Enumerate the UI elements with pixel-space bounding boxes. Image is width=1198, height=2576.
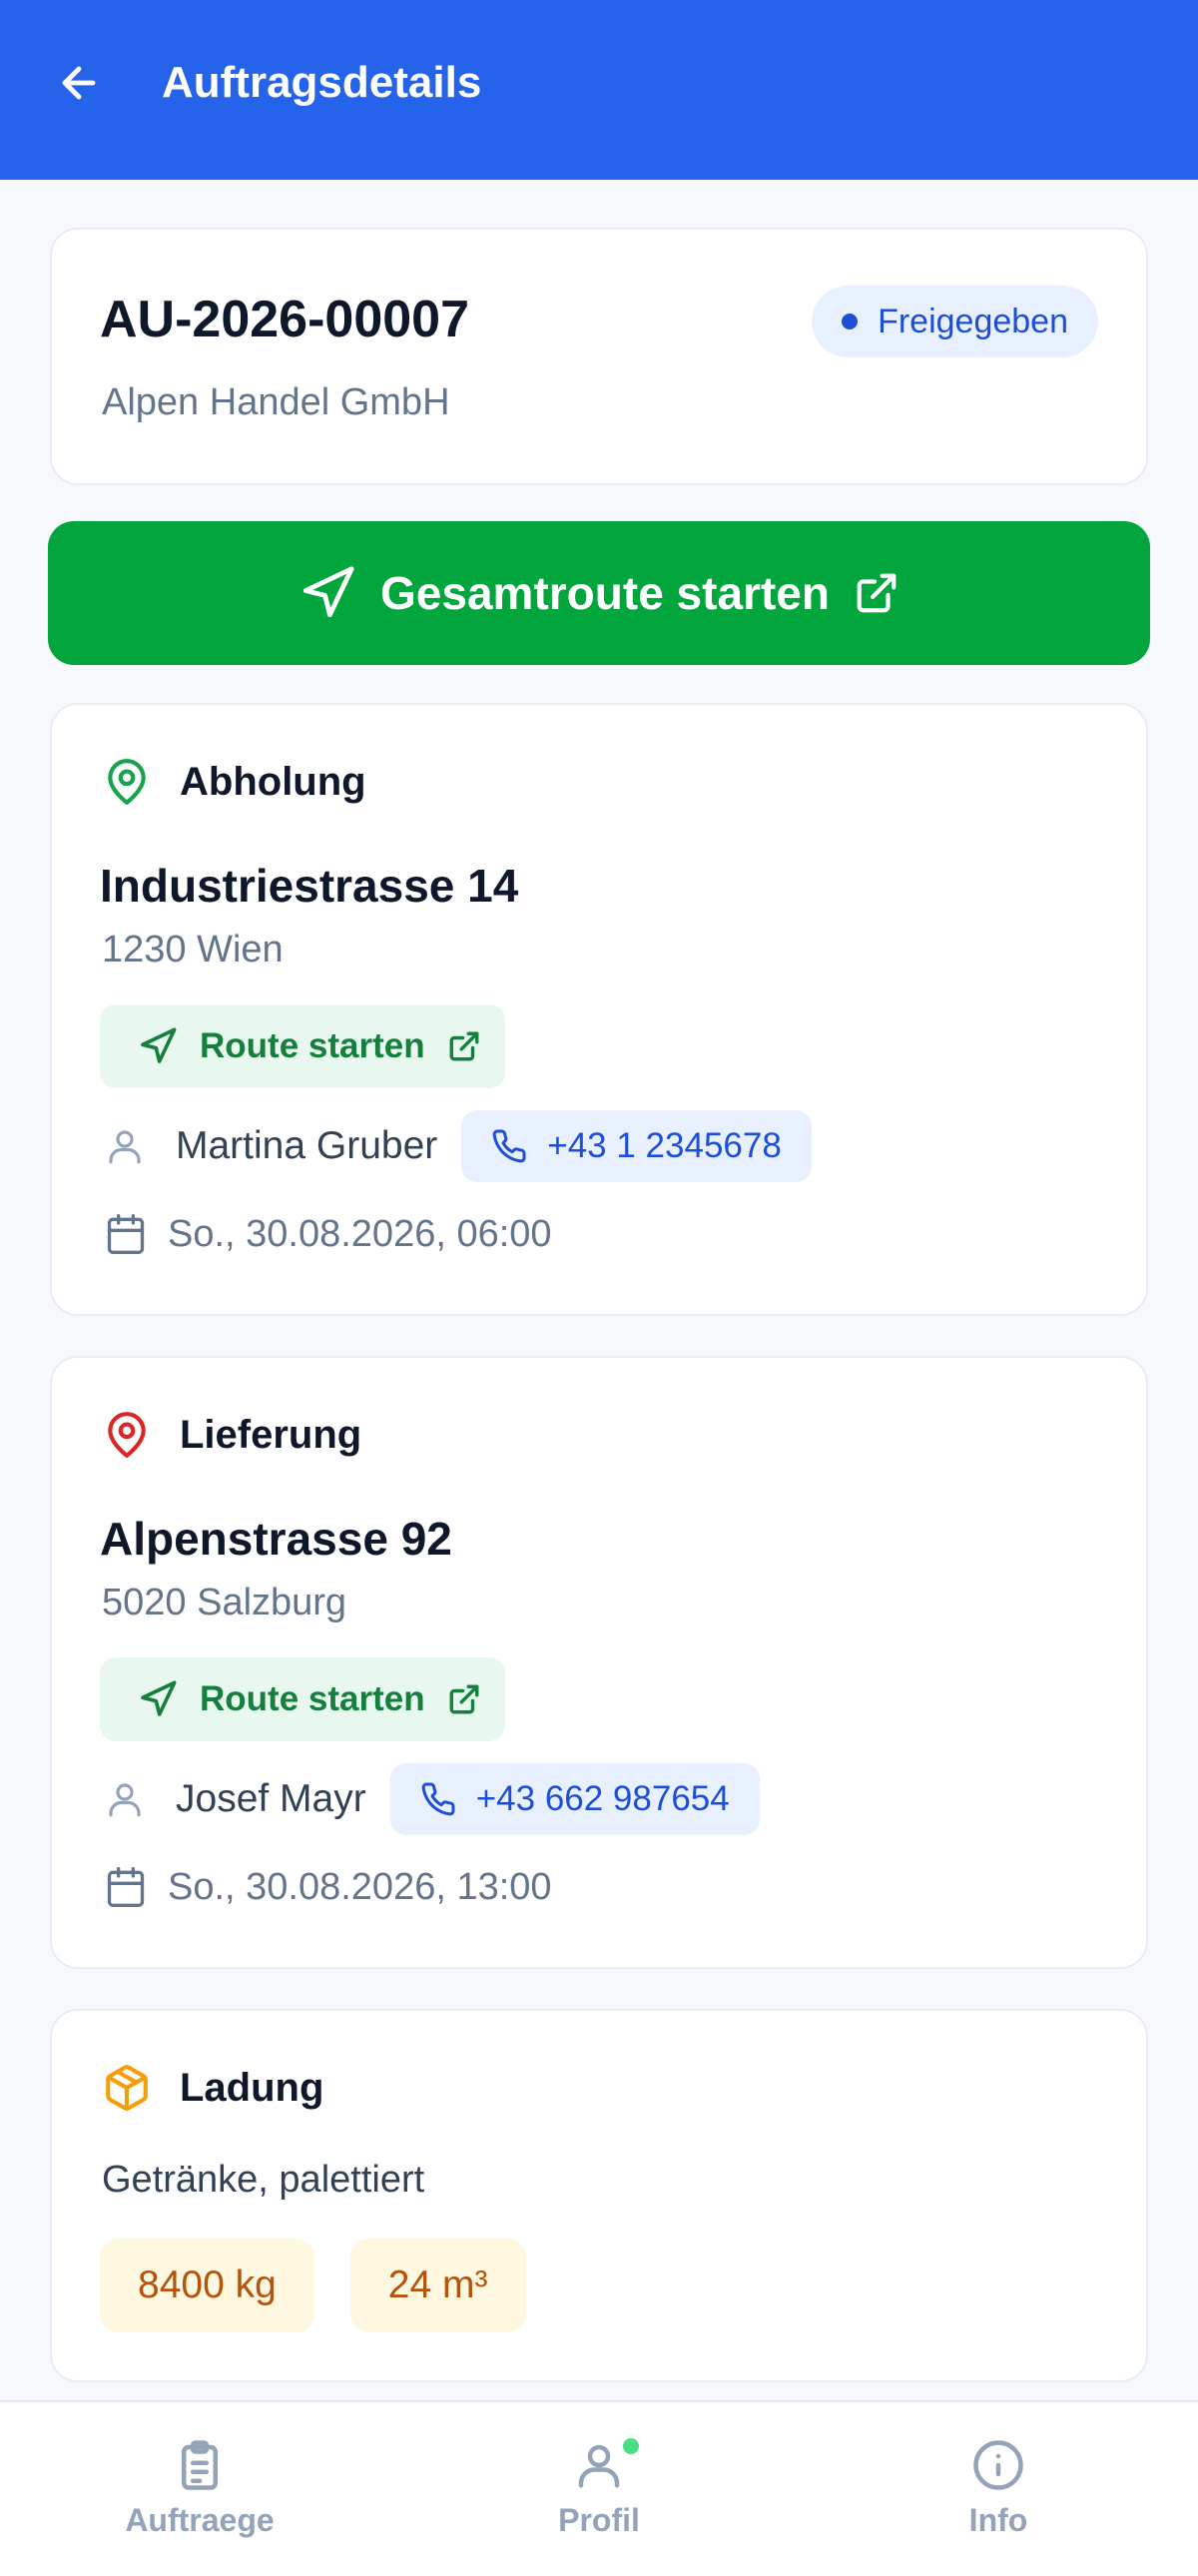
cargo-chips: 8400 kg 24 m³ xyxy=(100,2239,526,2332)
online-status-dot xyxy=(623,2438,639,2454)
phone-icon xyxy=(492,1129,526,1163)
nav-item-profile[interactable]: Profil xyxy=(479,2438,719,2539)
arrow-left-icon xyxy=(62,66,96,100)
delivery-route-button[interactable]: Route starten xyxy=(100,1657,505,1741)
pickup-street: Industriestrasse 14 xyxy=(100,860,519,912)
map-pin-icon xyxy=(108,759,146,805)
cargo-card: Ladung Getränke, palettiert 8400 kg 24 m… xyxy=(50,2009,1148,2382)
clipboard-list-icon xyxy=(182,2440,218,2490)
pickup-route-label: Route starten xyxy=(200,1026,425,1065)
navigation-icon xyxy=(141,1027,177,1063)
delivery-phone-button[interactable]: +43 662 987654 xyxy=(389,1763,760,1835)
pickup-date-row: So., 30.08.2026, 06:00 xyxy=(104,1204,552,1264)
pickup-datetime: So., 30.08.2026, 06:00 xyxy=(168,1212,552,1255)
pickup-contact-row: Martina Gruber +43 1 2345678 xyxy=(104,1110,812,1182)
pickup-card: Abholung Industriestrasse 14 1230 Wien R… xyxy=(50,703,1148,1316)
start-full-route-label: Gesamtroute starten xyxy=(380,567,830,619)
pickup-route-button[interactable]: Route starten xyxy=(100,1004,505,1088)
user-icon xyxy=(578,2444,620,2488)
status-badge: Freigegeben xyxy=(812,286,1098,357)
navigation-icon xyxy=(302,566,354,618)
delivery-contact-name: Josef Mayr xyxy=(176,1777,366,1820)
cargo-volume-chip: 24 m³ xyxy=(349,2239,526,2332)
delivery-phone-number: +43 662 987654 xyxy=(475,1779,730,1818)
delivery-card: Lieferung Alpenstrasse 92 5020 Salzburg … xyxy=(50,1356,1148,1969)
cargo-heading-label: Ladung xyxy=(180,2065,324,2110)
map-pin-icon xyxy=(108,1412,146,1458)
delivery-street: Alpenstrasse 92 xyxy=(100,1513,452,1565)
delivery-heading-label: Lieferung xyxy=(180,1412,362,1457)
delivery-route-label: Route starten xyxy=(200,1679,425,1718)
nav-info-label: Info xyxy=(968,2502,1028,2538)
external-link-icon xyxy=(449,1031,479,1061)
delivery-date-row: So., 30.08.2026, 13:00 xyxy=(104,1857,552,1917)
bottom-navigation: Auftraege Profil Info xyxy=(0,2400,1198,2576)
pickup-heading: Abholung xyxy=(102,757,366,807)
calendar-icon xyxy=(107,1214,145,1254)
user-icon xyxy=(109,1130,141,1164)
customer-name: Alpen Handel GmbH xyxy=(102,381,450,423)
start-full-route-button[interactable]: Gesamtroute starten xyxy=(48,521,1150,665)
pickup-phone-button[interactable]: +43 1 2345678 xyxy=(461,1110,812,1182)
navigation-icon xyxy=(141,1680,177,1716)
external-link-icon xyxy=(857,573,897,613)
pickup-city: 1230 Wien xyxy=(102,929,284,970)
status-dot xyxy=(842,314,859,329)
package-icon xyxy=(106,2065,148,2111)
cargo-heading: Ladung xyxy=(102,2063,323,2113)
user-icon xyxy=(109,1783,141,1817)
external-link-icon xyxy=(449,1684,479,1714)
nav-orders-label: Auftraege xyxy=(125,2502,275,2538)
app-bar: Auftragsdetails xyxy=(0,0,1198,180)
delivery-city: 5020 Salzburg xyxy=(102,1582,347,1623)
pickup-heading-label: Abholung xyxy=(180,759,366,804)
cargo-description: Getränke, palettiert xyxy=(102,2159,425,2201)
delivery-heading: Lieferung xyxy=(102,1410,361,1460)
order-number: AU-2026-00007 xyxy=(100,291,470,348)
calendar-icon xyxy=(107,1867,145,1907)
delivery-contact-row: Josef Mayr +43 662 987654 xyxy=(104,1763,760,1835)
pickup-phone-number: +43 1 2345678 xyxy=(547,1126,782,1165)
pickup-contact-name: Martina Gruber xyxy=(176,1124,438,1167)
cargo-weight-chip: 8400 kg xyxy=(100,2239,314,2332)
nav-item-info[interactable]: Info xyxy=(879,2438,1118,2539)
info-icon xyxy=(973,2440,1023,2490)
status-label: Freigegeben xyxy=(878,302,1068,340)
delivery-datetime: So., 30.08.2026, 13:00 xyxy=(168,1865,552,1908)
phone-icon xyxy=(421,1782,455,1816)
nav-item-orders[interactable]: Auftraege xyxy=(80,2438,319,2539)
back-button[interactable] xyxy=(44,48,114,118)
nav-profile-label: Profil xyxy=(558,2502,640,2538)
order-summary-card: AU-2026-00007 Alpen Handel GmbH Freigege… xyxy=(50,228,1148,485)
page-title: Auftragsdetails xyxy=(162,58,482,107)
